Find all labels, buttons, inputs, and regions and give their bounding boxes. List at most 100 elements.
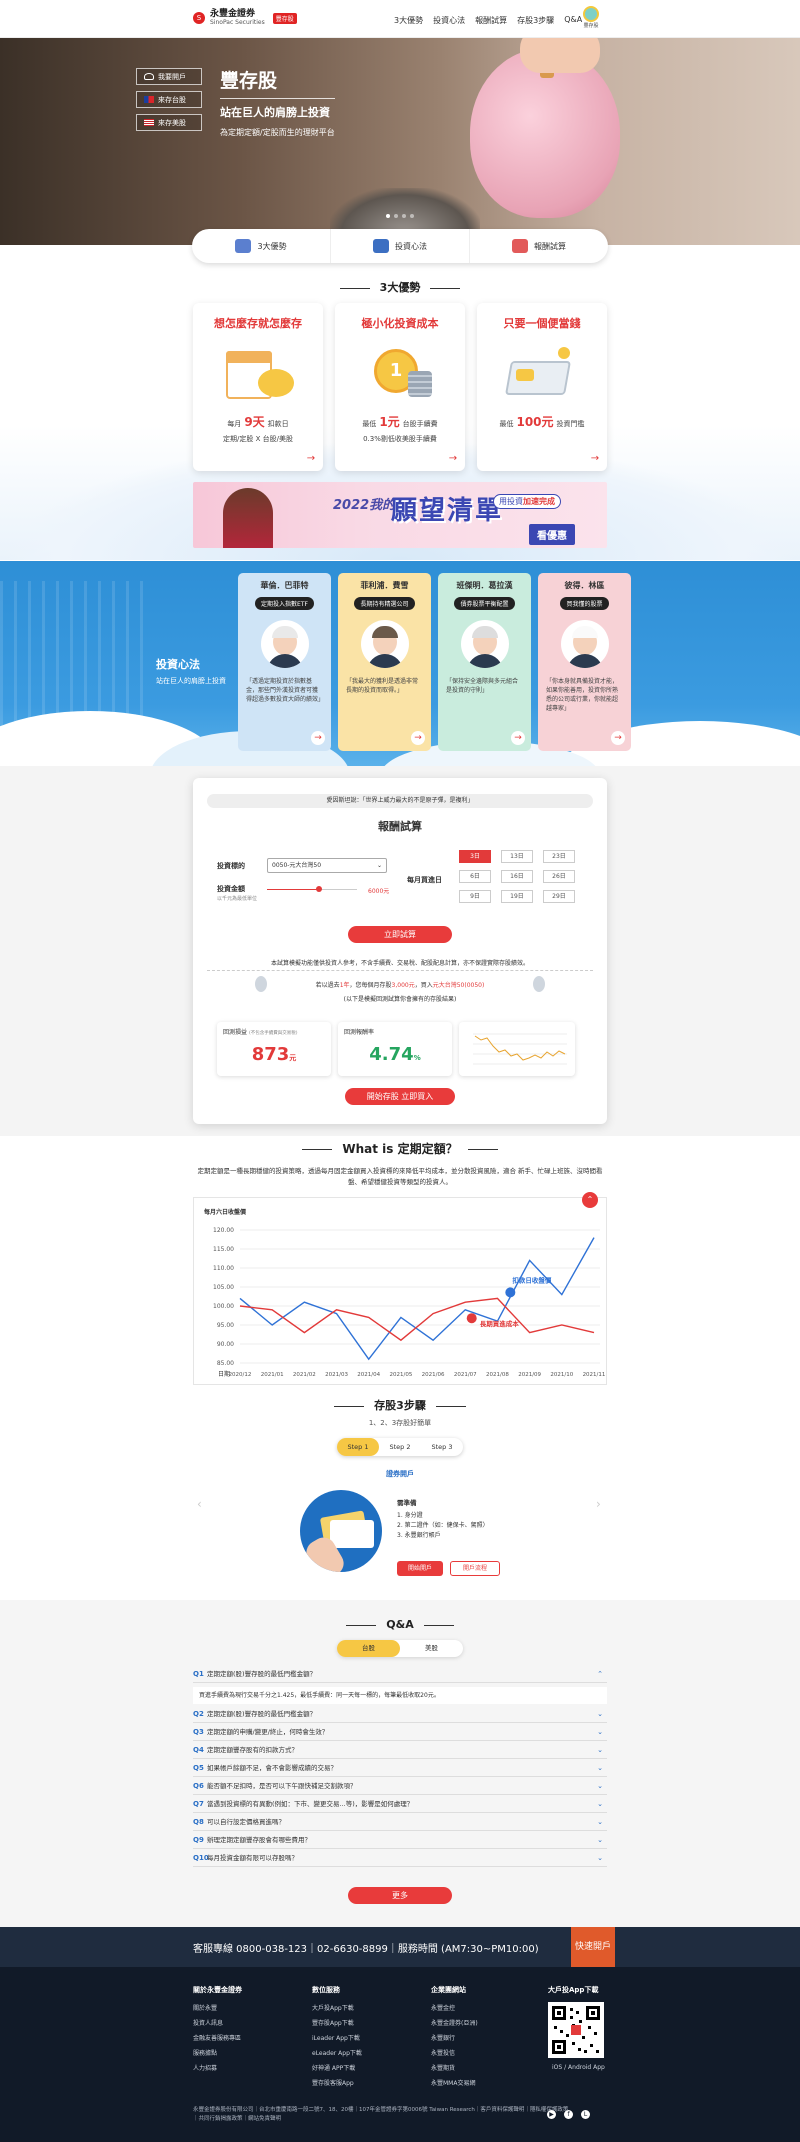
person-card-graham[interactable]: 班傑明．葛拉漢 債券股票平衡配置 「保持安全邊際與多元組合是投資的守則」 → [438, 573, 531, 751]
scroll-top-icon[interactable]: ⌃ [582, 1192, 598, 1208]
footer-link[interactable]: 豐存股客服App [312, 2078, 362, 2087]
qa-item[interactable]: Q4 定期定額豐存股有的扣款方式？ ⌄ [193, 1741, 607, 1759]
qa-item[interactable]: Q8 可以自行設定價格買進嗎？ ⌄ [193, 1813, 607, 1831]
day-option[interactable]: 9日 [459, 890, 491, 903]
more-button[interactable]: 更多 [348, 1887, 452, 1904]
footer-link[interactable]: 關於永豐 [193, 2003, 242, 2012]
promo-banner[interactable]: 2022我的 願望清單 用投資加速完成 看優惠 [193, 482, 607, 548]
nav-advantages[interactable]: 3大優勢 [394, 15, 423, 26]
chevron-left-icon[interactable]: ‹ [197, 1497, 202, 1511]
qa-item[interactable]: Q1 定期定額(股)豐存股的最低門檻金額？ ⌃ [193, 1665, 607, 1683]
footer-link[interactable]: 永豐投信 [431, 2048, 478, 2057]
arrow-right-icon[interactable]: → [305, 453, 317, 465]
step-tab-2[interactable]: Step 2 [379, 1438, 421, 1456]
start-invest-button[interactable]: 開始存股 立即買入 [345, 1088, 455, 1105]
open-account-process-button[interactable]: 開戶流程 [450, 1561, 500, 1576]
carousel-dot[interactable] [386, 214, 390, 218]
footer-link[interactable]: 大戶投App下載 [312, 2003, 362, 2012]
calculate-button[interactable]: 立即試算 [348, 926, 452, 943]
user-menu[interactable]: 豐存股 [576, 6, 606, 29]
tab-calc[interactable]: 報酬試算 [470, 229, 608, 263]
arrow-right-icon[interactable]: → [611, 731, 625, 745]
chevron-down-icon[interactable]: ⌄ [597, 1831, 603, 1849]
carousel-dot[interactable] [410, 214, 414, 218]
qa-item[interactable]: Q9 辦理定期定額豐存股會有哪些費用？ ⌄ [193, 1831, 607, 1849]
facebook-icon[interactable]: f [564, 2110, 573, 2119]
arrow-right-icon[interactable]: → [311, 731, 325, 745]
person-card-lynch[interactable]: 彼得．林區 買我懂的股票 「你本身就具備投資才能，如果你能善用，投資你所熟悉的公… [538, 573, 631, 751]
qa-item[interactable]: Q5 如果帳戶餘額不足，會不會影響成績的交易？ ⌄ [193, 1759, 607, 1777]
nav-invest[interactable]: 投資心法 [433, 15, 465, 26]
person-card-fisher[interactable]: 菲利浦．費雪 長期持有精選公司 「我最大的獲利是透過非常長期的投資而取得。」 → [338, 573, 431, 751]
day-option[interactable]: 3日 [459, 850, 491, 863]
footer-link[interactable]: 豐存股App下載 [312, 2018, 362, 2027]
advantage-card-2[interactable]: 極小化投資成本 1 最低 1元 台股手續費 0.3%剔低收美股手續費 → [335, 303, 465, 471]
qa-item[interactable]: Q7 當遇到投資標的有異動(例如：下市、變更交易...等)，影響是如何處理？ ⌄ [193, 1795, 607, 1813]
person-role: 買我懂的股票 [560, 597, 609, 610]
day-option[interactable]: 29日 [543, 890, 575, 903]
nav-steps[interactable]: 存股3步驟 [517, 15, 554, 26]
qa-item[interactable]: Q6 能否額不足扣時，是否可以下午跟快補足交割款項？ ⌄ [193, 1777, 607, 1795]
day-option[interactable]: 26日 [543, 870, 575, 883]
us-stock-button[interactable]: 來存美股 [136, 114, 202, 131]
carousel-dot[interactable] [402, 214, 406, 218]
nav-calc[interactable]: 報酬試算 [475, 15, 507, 26]
step-tab-3[interactable]: Step 3 [421, 1438, 463, 1456]
qa-item[interactable]: Q3 定期定額的申購/變更/終止，何時會生效？ ⌄ [193, 1723, 607, 1741]
footer-link[interactable]: 服務據點 [193, 2048, 242, 2057]
advantage-card-3[interactable]: 只要一個便當錢 最低 100元 投資門檻 → [477, 303, 607, 471]
tw-stock-button[interactable]: 來存台股 [136, 91, 202, 108]
day-option[interactable]: 23日 [543, 850, 575, 863]
brand-logo[interactable]: S 永豐金證券 SinoPac Securities 豐存股 [193, 9, 297, 27]
step-tab-1[interactable]: Step 1 [337, 1438, 379, 1456]
arrow-right-icon[interactable]: → [411, 731, 425, 745]
day-option[interactable]: 16日 [501, 870, 533, 883]
chevron-down-icon[interactable]: ⌄ [597, 1777, 603, 1795]
advantage-card-1[interactable]: 想怎麼存就怎麼存 每月 9天 扣款日 定期/定股 X 台股/美股 → [193, 303, 323, 471]
footer-link[interactable]: 金融友善服務專區 [193, 2033, 242, 2042]
qa-tab-tw[interactable]: 台股 [337, 1640, 400, 1657]
footer-link[interactable]: 人力招募 [193, 2063, 242, 2072]
footer-link[interactable]: 永豐期貨 [431, 2063, 478, 2072]
day-option[interactable]: 6日 [459, 870, 491, 883]
line-icon[interactable]: L [581, 2110, 590, 2119]
open-account-button[interactable]: 我要開戶 [136, 68, 202, 85]
qa-tab-us[interactable]: 美股 [400, 1640, 463, 1657]
qa-item[interactable]: Q2 定期定額(股)豐存股的最低門檻金額？ ⌄ [193, 1705, 607, 1723]
chevron-up-icon[interactable]: ⌃ [597, 1665, 603, 1683]
footer-link[interactable]: iLeader App下載 [312, 2033, 362, 2042]
slider-handle[interactable] [316, 886, 322, 892]
chevron-right-icon[interactable]: › [596, 1497, 601, 1511]
chevron-down-icon[interactable]: ⌄ [597, 1759, 603, 1777]
arrow-right-icon[interactable]: → [589, 453, 601, 465]
quick-open-button[interactable]: 快速開戶 [571, 1927, 615, 1967]
footer-link[interactable]: 永豐金控 [431, 2003, 478, 2012]
footer-link[interactable]: eLeader App下載 [312, 2048, 362, 2057]
chevron-down-icon[interactable]: ⌄ [597, 1813, 603, 1831]
footer-link[interactable]: 好神通 APP下載 [312, 2063, 362, 2072]
chevron-down-icon[interactable]: ⌄ [597, 1741, 603, 1759]
arrow-right-icon[interactable]: → [447, 453, 459, 465]
chevron-down-icon[interactable]: ⌄ [597, 1705, 603, 1723]
footer-link[interactable]: 投資人訊息 [193, 2018, 242, 2027]
tab-advantages[interactable]: 3大優勢 [192, 229, 331, 263]
carousel-dot[interactable] [394, 214, 398, 218]
stock-select[interactable]: 0050-元大台灣50 ⌄ [267, 858, 387, 873]
x-tick-label: 2021/08 [486, 1372, 509, 1378]
qa-item[interactable]: Q10每月投資金額有限可以存股嗎？ ⌄ [193, 1849, 607, 1867]
chevron-down-icon[interactable]: ⌄ [597, 1723, 603, 1741]
amount-slider[interactable] [267, 886, 357, 892]
footer-link[interactable]: 永豐銀行 [431, 2033, 478, 2042]
day-option[interactable]: 13日 [501, 850, 533, 863]
youtube-icon[interactable]: ▶ [547, 2110, 556, 2119]
footer-link[interactable]: 永豐MMA交易網 [431, 2078, 478, 2087]
arrow-right-icon[interactable]: → [511, 731, 525, 745]
banner-cta-button[interactable]: 看優惠 [529, 524, 575, 545]
chevron-down-icon[interactable]: ⌄ [597, 1849, 603, 1867]
open-account-start-button[interactable]: 開始開戶 [397, 1561, 443, 1576]
person-card-buffett[interactable]: 華倫．巴菲特 定期投入指數ETF 「透過定期投資於指數基金，那些門外漢投資者可獲… [238, 573, 331, 751]
chevron-down-icon[interactable]: ⌄ [597, 1795, 603, 1813]
footer-link[interactable]: 永豐金證券(亞洲) [431, 2018, 478, 2027]
day-option[interactable]: 19日 [501, 890, 533, 903]
tab-invest[interactable]: 投資心法 [331, 229, 470, 263]
